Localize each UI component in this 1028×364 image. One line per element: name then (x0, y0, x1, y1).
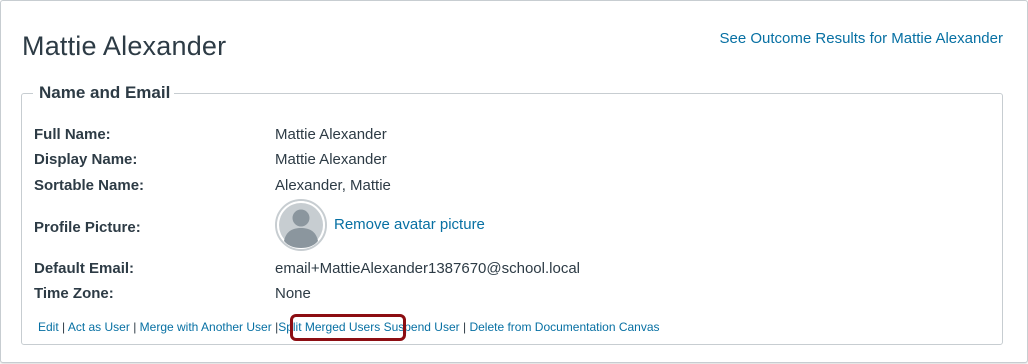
profile-picture-label: Profile Picture: (34, 219, 141, 236)
default-email-label: Default Email: (34, 260, 135, 277)
remove-avatar-link[interactable]: Remove avatar picture (334, 216, 485, 233)
section-legend: Name and Email (39, 83, 171, 102)
edit-link[interactable]: Edit (38, 320, 59, 334)
full-name-value: Mattie Alexander (275, 126, 387, 143)
outcome-results-link[interactable]: See Outcome Results for Mattie Alexander (720, 30, 1003, 47)
act-as-user-link[interactable]: Act as User (68, 320, 130, 334)
page-title: Mattie Alexander (22, 31, 227, 61)
suspend-user-link[interactable]: Suspend User (384, 320, 460, 334)
delete-user-link[interactable]: Delete from Documentation Canvas (469, 320, 659, 334)
time-zone-value: None (275, 285, 311, 302)
user-actions-bar: Edit | Act as User | Merge with Another … (38, 319, 660, 335)
separator: | (462, 320, 467, 334)
sortable-name-label: Sortable Name: (34, 177, 145, 194)
default-email-value: email+MattieAlexander1387670@school.loca… (275, 260, 580, 277)
separator: | (133, 320, 137, 334)
name-and-email-fieldset: Name and Email (21, 83, 1003, 345)
display-name-value: Mattie Alexander (275, 151, 387, 168)
split-merged-users-link[interactable]: Split Merged Users (278, 320, 380, 334)
display-name-label: Display Name: (34, 151, 138, 168)
user-profile-panel: Mattie Alexander See Outcome Results for… (0, 0, 1028, 363)
sortable-name-value: Alexander, Mattie (275, 177, 391, 194)
separator: | (62, 320, 66, 334)
default-avatar-icon (275, 199, 327, 251)
time-zone-label: Time Zone: (34, 285, 114, 302)
merge-user-link[interactable]: Merge with Another User (140, 320, 272, 334)
full-name-label: Full Name: (34, 126, 111, 143)
